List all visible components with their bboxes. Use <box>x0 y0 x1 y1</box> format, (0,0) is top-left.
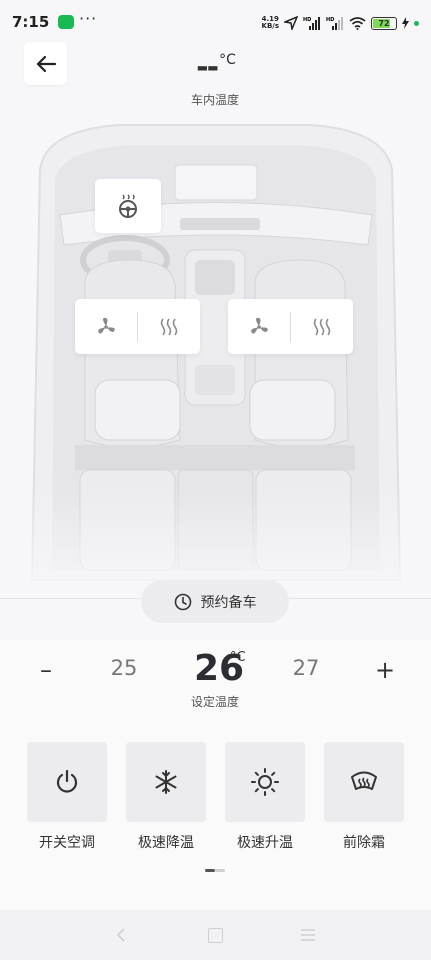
front-defrost-button[interactable] <box>324 742 404 822</box>
fan-icon <box>251 317 268 334</box>
back-button[interactable] <box>24 42 67 85</box>
status-time: 7:15 <box>12 13 50 31</box>
rapid-cooling-button[interactable] <box>126 742 206 822</box>
nav-home-icon[interactable] <box>208 928 223 943</box>
rapid-heating-button[interactable] <box>225 742 305 822</box>
svg-text:HD: HD <box>326 17 334 23</box>
decrease-temperature-button[interactable]: – <box>34 648 58 692</box>
cabin-temperature-value: -- <box>196 50 219 85</box>
cabin-temperature: -- °C <box>150 50 280 85</box>
right-seat-heat-button[interactable] <box>291 299 353 354</box>
page-indicator-active <box>205 869 215 872</box>
wechat-icon <box>58 15 74 29</box>
reserve-car-button[interactable]: 预约备车 <box>141 580 289 623</box>
heat-waves-icon <box>313 318 331 335</box>
system-navigation-bar <box>0 910 431 960</box>
increase-temperature-button[interactable]: + <box>373 648 397 692</box>
set-temperature-unit: °C <box>230 650 246 665</box>
temperature-selector: – 25 26 27 + <box>0 648 431 692</box>
ac-power-button[interactable] <box>27 742 107 822</box>
more-dots-icon: ··· <box>79 9 98 28</box>
temperature-option-lower[interactable]: 25 <box>104 656 144 680</box>
left-seat-controls <box>75 299 200 354</box>
hd-signal-icon: HD <box>303 17 320 30</box>
svg-text:HD: HD <box>303 17 311 23</box>
rapid-heating-label: 极速升温 <box>237 835 293 851</box>
right-seat-controls <box>228 299 353 354</box>
network-speed-unit: KB/s <box>261 22 279 30</box>
snowflake-icon <box>155 770 177 794</box>
nav-menu-icon[interactable] <box>300 928 316 942</box>
location-icon <box>284 16 298 30</box>
rapid-cooling-label: 极速降温 <box>138 835 194 851</box>
ac-power-label: 开关空调 <box>39 835 95 851</box>
heat-waves-icon <box>160 318 178 335</box>
power-icon <box>56 769 78 793</box>
right-seat-ventilation-button[interactable] <box>228 299 290 354</box>
battery-icon: 72 <box>371 16 397 30</box>
temperature-option-higher[interactable]: 27 <box>286 656 326 680</box>
clock-icon <box>174 593 191 610</box>
arrow-left-icon <box>36 55 56 72</box>
steering-wheel-heat-icon <box>119 194 137 218</box>
page-indicator <box>205 869 225 872</box>
charging-icon <box>402 17 409 29</box>
wifi-icon <box>349 16 366 30</box>
defrost-icon <box>351 771 377 790</box>
car-interior-illustration <box>0 110 431 600</box>
left-seat-ventilation-button[interactable] <box>75 299 137 354</box>
fan-icon <box>98 317 115 334</box>
sun-icon <box>251 768 279 796</box>
hd-signal-icon: HD <box>326 17 343 30</box>
status-bar: 7:15 ··· 4.19 KB/s HD HD 72 <box>0 0 431 44</box>
nav-back-icon[interactable] <box>116 928 126 942</box>
cabin-temperature-unit: °C <box>219 52 236 68</box>
set-temperature-label: 设定温度 <box>190 695 239 709</box>
steering-wheel-heat-button[interactable] <box>95 179 161 233</box>
status-dot <box>414 20 419 26</box>
front-defrost-label: 前除霜 <box>343 835 385 851</box>
reserve-car-label: 预约备车 <box>200 594 257 611</box>
page-indicator-inactive <box>215 869 225 872</box>
cabin-temperature-label: 车内温度 <box>190 93 239 107</box>
left-seat-heat-button[interactable] <box>138 299 200 354</box>
network-speed: 4.19 KB/s <box>262 16 279 30</box>
battery-level: 72 <box>378 18 390 28</box>
